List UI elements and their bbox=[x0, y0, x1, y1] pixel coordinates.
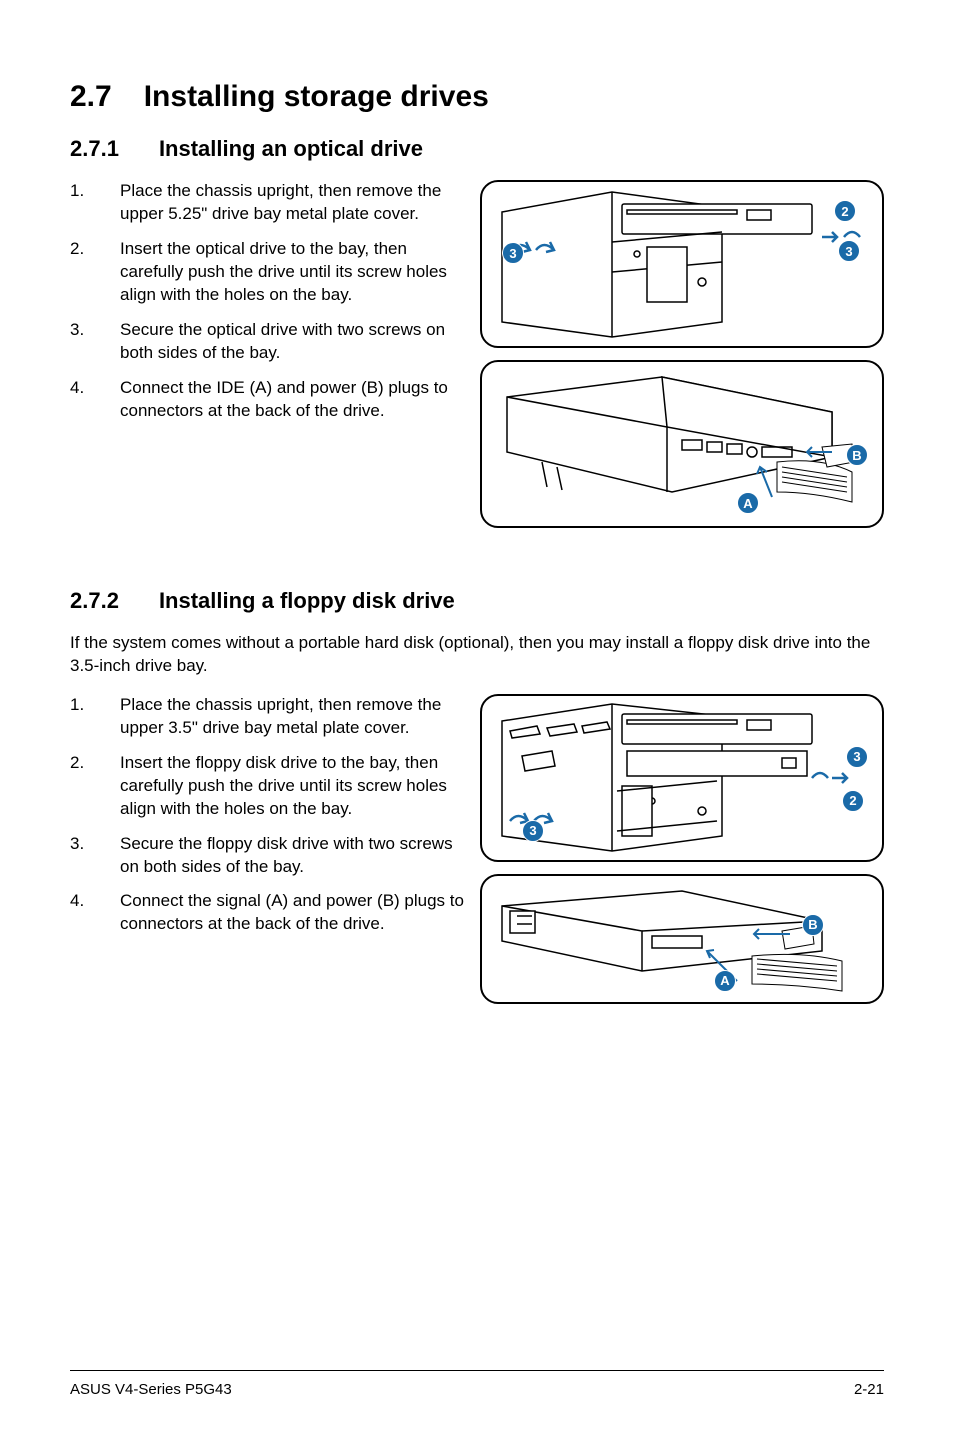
footer-left: ASUS V4-Series P5G43 bbox=[70, 1381, 232, 1398]
section-271-text: 1.Place the chassis upright, then remove… bbox=[70, 180, 470, 528]
step-text: Insert the floppy disk drive to the bay,… bbox=[120, 752, 470, 821]
figure-optical-install: 2 3 3 bbox=[480, 180, 884, 348]
callout-3: 3 bbox=[838, 240, 860, 262]
list-item: 4.Connect the IDE (A) and power (B) plug… bbox=[70, 377, 470, 423]
section-272-intro: If the system comes without a portable h… bbox=[70, 632, 884, 678]
section-271-heading: 2.7.1 Installing an optical drive bbox=[70, 136, 884, 162]
section-272-text: 1.Place the chassis upright, then remove… bbox=[70, 694, 470, 1004]
subheading-title: Installing a floppy disk drive bbox=[159, 588, 455, 614]
callout-3: 3 bbox=[502, 242, 524, 264]
step-text: Secure the floppy disk drive with two sc… bbox=[120, 833, 470, 879]
list-item: 2.Insert the floppy disk drive to the ba… bbox=[70, 752, 470, 821]
step-number: 1. bbox=[70, 180, 120, 226]
list-item: 3.Secure the floppy disk drive with two … bbox=[70, 833, 470, 879]
main-heading: 2.7 Installing storage drives bbox=[70, 80, 884, 114]
step-text: Place the chassis upright, then remove t… bbox=[120, 180, 470, 226]
section-272-heading: 2.7.2 Installing a floppy disk drive bbox=[70, 588, 884, 614]
heading-number: 2.7 bbox=[70, 80, 112, 114]
step-number: 4. bbox=[70, 890, 120, 936]
callout-3: 3 bbox=[522, 820, 544, 842]
step-number: 4. bbox=[70, 377, 120, 423]
callout-b: B bbox=[802, 914, 824, 936]
list-item: 1.Place the chassis upright, then remove… bbox=[70, 694, 470, 740]
section-271-figures: 2 3 3 bbox=[480, 180, 884, 528]
callout-2: 2 bbox=[842, 790, 864, 812]
step-number: 3. bbox=[70, 319, 120, 365]
list-item: 4.Connect the signal (A) and power (B) p… bbox=[70, 890, 470, 936]
subheading-title: Installing an optical drive bbox=[159, 136, 423, 162]
callout-2: 2 bbox=[834, 200, 856, 222]
list-item: 1.Place the chassis upright, then remove… bbox=[70, 180, 470, 226]
step-number: 3. bbox=[70, 833, 120, 879]
drive-back-illustration bbox=[482, 876, 862, 1004]
step-list: 1.Place the chassis upright, then remove… bbox=[70, 180, 470, 422]
drive-back-illustration bbox=[482, 362, 862, 522]
callout-3: 3 bbox=[846, 746, 868, 768]
step-number: 2. bbox=[70, 238, 120, 307]
chassis-illustration bbox=[482, 182, 862, 342]
step-number: 2. bbox=[70, 752, 120, 821]
step-text: Insert the optical drive to the bay, the… bbox=[120, 238, 470, 307]
step-number: 1. bbox=[70, 694, 120, 740]
section-272-figures: 2 3 3 bbox=[480, 694, 884, 1004]
callout-a: A bbox=[737, 492, 759, 514]
step-text: Connect the signal (A) and power (B) plu… bbox=[120, 890, 470, 936]
section-271-content: 1.Place the chassis upright, then remove… bbox=[70, 180, 884, 528]
step-text: Place the chassis upright, then remove t… bbox=[120, 694, 470, 740]
step-text: Secure the optical drive with two screws… bbox=[120, 319, 470, 365]
callout-b: B bbox=[846, 444, 868, 466]
footer-right: 2-21 bbox=[854, 1381, 884, 1398]
subheading-number: 2.7.2 bbox=[70, 588, 119, 614]
figure-floppy-install: 2 3 3 bbox=[480, 694, 884, 862]
subheading-number: 2.7.1 bbox=[70, 136, 119, 162]
list-item: 3.Secure the optical drive with two scre… bbox=[70, 319, 470, 365]
figure-floppy-connectors: A B bbox=[480, 874, 884, 1004]
list-item: 2.Insert the optical drive to the bay, t… bbox=[70, 238, 470, 307]
page-container: 2.7 Installing storage drives 2.7.1 Inst… bbox=[0, 0, 954, 1438]
step-text: Connect the IDE (A) and power (B) plugs … bbox=[120, 377, 470, 423]
step-list: 1.Place the chassis upright, then remove… bbox=[70, 694, 470, 936]
heading-title: Installing storage drives bbox=[144, 80, 489, 114]
page-footer: ASUS V4-Series P5G43 2-21 bbox=[70, 1370, 884, 1398]
section-272-content: 1.Place the chassis upright, then remove… bbox=[70, 694, 884, 1004]
callout-a: A bbox=[714, 970, 736, 992]
figure-optical-connectors: A B bbox=[480, 360, 884, 528]
